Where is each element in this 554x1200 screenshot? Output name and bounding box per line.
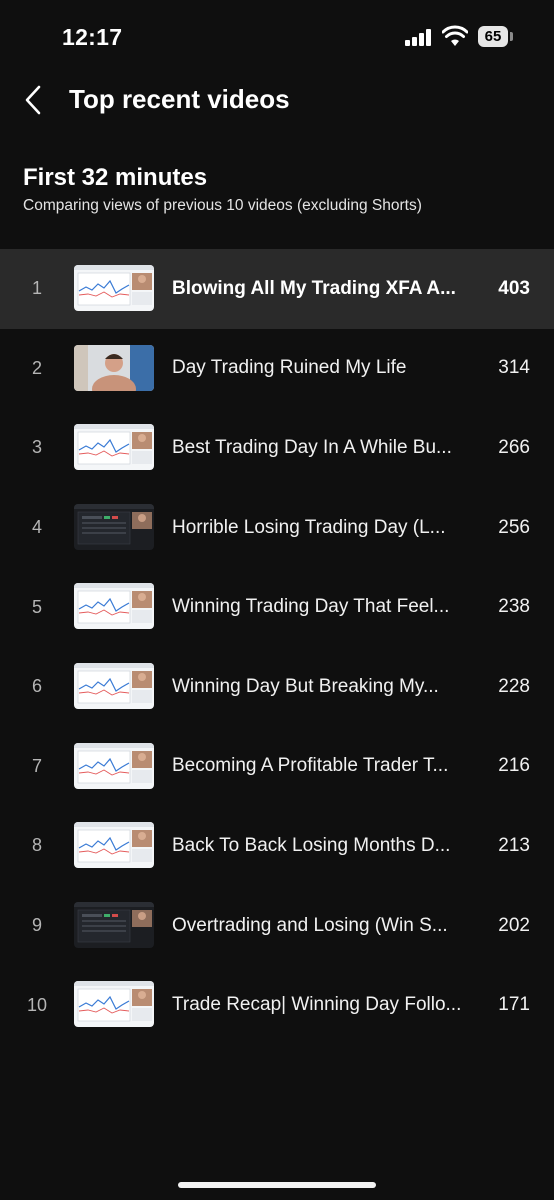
video-views: 228 bbox=[498, 675, 530, 697]
video-title[interactable]: Day Trading Ruined My Life bbox=[172, 329, 406, 409]
back-button[interactable] bbox=[14, 82, 54, 118]
video-list: 1 Blowing All My Trading XFA A... 403 2 Day … bbox=[0, 249, 554, 1045]
video-views: 314 bbox=[498, 357, 530, 379]
video-views: 256 bbox=[498, 516, 530, 538]
video-row[interactable]: 6 Winning Day But Breaking My... 228 bbox=[0, 647, 554, 727]
video-row[interactable]: 1 Blowing All My Trading XFA A... 403 bbox=[0, 249, 554, 329]
video-title[interactable]: Best Trading Day In A While Bu... bbox=[172, 408, 452, 488]
battery-cap bbox=[510, 32, 513, 41]
video-row[interactable]: 8 Back To Back Losing Months D... 213 bbox=[0, 806, 554, 886]
video-row[interactable]: 3 Best Trading Day In A While Bu... 266 bbox=[0, 408, 554, 488]
battery-icon: 65 bbox=[478, 26, 508, 47]
video-rank: 2 bbox=[31, 357, 42, 378]
status-bar: 12:17 65 bbox=[0, 0, 554, 70]
video-thumbnail[interactable] bbox=[74, 424, 154, 471]
video-thumbnail[interactable] bbox=[74, 662, 154, 709]
video-rank: 3 bbox=[31, 437, 42, 458]
video-thumbnail[interactable] bbox=[74, 742, 154, 789]
video-views: 171 bbox=[498, 994, 530, 1016]
wifi-icon bbox=[442, 25, 468, 46]
video-thumbnail[interactable] bbox=[74, 901, 154, 948]
video-rank: 8 bbox=[31, 835, 42, 856]
video-thumbnail[interactable] bbox=[74, 583, 154, 630]
video-row[interactable]: 10 Trade Recap| Winning Day Follo... 171 bbox=[0, 965, 554, 1045]
page-title: Top recent videos bbox=[69, 84, 290, 114]
screen: 12:17 65 Top recent videos First 32 minu… bbox=[0, 0, 554, 1200]
video-row[interactable]: 4 Horrible Losing Trading Day (L... 256 bbox=[0, 488, 554, 568]
cellular-signal-icon bbox=[405, 28, 433, 46]
video-title[interactable]: Winning Trading Day That Feel... bbox=[172, 567, 449, 647]
section-title: First 32 minutes bbox=[23, 164, 208, 191]
video-rank: 6 bbox=[31, 676, 42, 697]
status-time: 12:17 bbox=[62, 24, 123, 50]
video-title[interactable]: Trade Recap| Winning Day Follo... bbox=[172, 965, 461, 1045]
video-row[interactable]: 5 Winning Trading Day That Feel... 238 bbox=[0, 567, 554, 647]
video-views: 216 bbox=[498, 755, 530, 777]
video-title[interactable]: Becoming A Profitable Trader T... bbox=[172, 727, 448, 807]
video-title[interactable]: Winning Day But Breaking My... bbox=[172, 647, 439, 727]
video-title[interactable]: Overtrading and Losing (Win S... bbox=[172, 886, 448, 966]
header: Top recent videos bbox=[0, 70, 554, 130]
video-title[interactable]: Blowing All My Trading XFA A... bbox=[172, 249, 456, 329]
video-row[interactable]: 2 Day Trading Ruined My Life 314 bbox=[0, 329, 554, 409]
video-thumbnail[interactable] bbox=[74, 503, 154, 550]
video-row[interactable]: 9 Overtrading and Losing (Win S... 202 bbox=[0, 886, 554, 966]
video-rank: 10 bbox=[26, 994, 48, 1015]
video-views: 266 bbox=[498, 436, 530, 458]
video-title[interactable]: Horrible Losing Trading Day (L... bbox=[172, 488, 446, 568]
video-thumbnail[interactable] bbox=[74, 822, 154, 869]
video-thumbnail[interactable] bbox=[74, 981, 154, 1028]
section-subtitle: Comparing views of previous 10 videos (e… bbox=[23, 197, 422, 214]
home-indicator[interactable] bbox=[178, 1182, 376, 1188]
video-row[interactable]: 7 Becoming A Profitable Trader T... 216 bbox=[0, 727, 554, 807]
video-rank: 5 bbox=[31, 596, 42, 617]
video-views: 202 bbox=[498, 914, 530, 936]
video-rank: 9 bbox=[31, 915, 42, 936]
video-title[interactable]: Back To Back Losing Months D... bbox=[172, 806, 450, 886]
video-views: 238 bbox=[498, 596, 530, 618]
video-thumbnail[interactable] bbox=[74, 265, 154, 311]
video-rank: 7 bbox=[31, 755, 42, 776]
video-rank: 4 bbox=[31, 517, 42, 538]
video-views: 403 bbox=[498, 277, 530, 299]
video-rank: 1 bbox=[31, 278, 42, 299]
video-views: 213 bbox=[498, 834, 530, 856]
video-thumbnail[interactable] bbox=[74, 344, 154, 391]
chevron-left-icon bbox=[25, 85, 41, 115]
